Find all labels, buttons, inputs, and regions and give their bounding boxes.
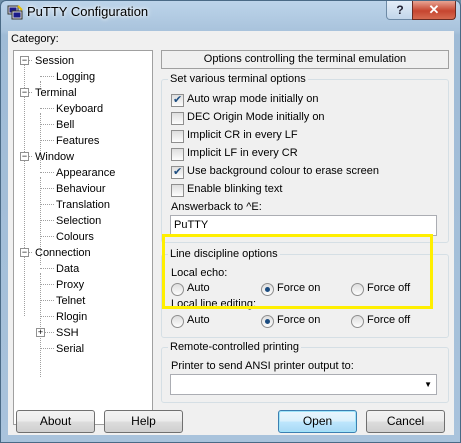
- collapse-icon[interactable]: −: [20, 152, 29, 161]
- title-help-button[interactable]: ?: [386, 1, 414, 20]
- tree-item-features[interactable]: Features: [56, 134, 99, 148]
- tree-item-translation[interactable]: Translation: [56, 198, 110, 212]
- dec-origin-label[interactable]: DEC Origin Mode initially on: [187, 111, 325, 123]
- cancel-button[interactable]: Cancel: [366, 410, 445, 433]
- tree-item-telnet[interactable]: Telnet: [56, 294, 85, 308]
- auto-wrap-checkbox[interactable]: [171, 93, 184, 107]
- remote-printing-title: Remote-controlled printing: [168, 341, 302, 353]
- printer-select[interactable]: ▼: [170, 374, 437, 395]
- about-button[interactable]: About: [16, 410, 95, 433]
- line-editing-auto-label[interactable]: Auto: [187, 314, 210, 326]
- answerback-label: Answerback to ^E:: [171, 201, 262, 213]
- bg-colour-erase-label[interactable]: Use background colour to erase screen: [187, 165, 379, 177]
- category-label: Category:: [11, 33, 59, 45]
- terminal-options-title: Set various terminal options: [168, 73, 308, 85]
- tree-item-bell[interactable]: Bell: [56, 118, 74, 132]
- expand-icon[interactable]: +: [36, 328, 45, 337]
- dec-origin-checkbox[interactable]: [171, 112, 184, 125]
- tree-item-colours[interactable]: Colours: [56, 230, 94, 244]
- highlight-box: [162, 234, 433, 309]
- tree-item-selection[interactable]: Selection: [56, 214, 101, 228]
- putty-window: PuTTY Configuration ? ✕ Category: − − − …: [0, 0, 461, 443]
- putty-app-icon: [7, 5, 23, 20]
- line-editing-force-on-label[interactable]: Force on: [277, 314, 320, 326]
- blinking-text-checkbox[interactable]: [171, 184, 184, 197]
- collapse-icon[interactable]: −: [20, 56, 29, 65]
- tree-item-session[interactable]: Session: [35, 54, 74, 68]
- tree-item-rlogin[interactable]: Rlogin: [56, 310, 87, 324]
- category-tree[interactable]: − − − − + Session Logging Terminal Keybo…: [13, 50, 153, 425]
- tree-item-behaviour[interactable]: Behaviour: [56, 182, 106, 196]
- panel-title: Options controlling the terminal emulati…: [161, 50, 449, 69]
- implicit-lf-label[interactable]: Implicit LF in every CR: [187, 147, 298, 159]
- tree-item-ssh[interactable]: SSH: [56, 326, 79, 340]
- blinking-text-label[interactable]: Enable blinking text: [187, 183, 282, 195]
- bg-colour-erase-checkbox[interactable]: [171, 165, 184, 179]
- answerback-input[interactable]: PuTTY: [170, 215, 437, 236]
- tree-item-logging[interactable]: Logging: [56, 70, 95, 84]
- close-button[interactable]: ✕: [412, 1, 456, 20]
- tree-item-connection[interactable]: Connection: [35, 246, 91, 260]
- window-title: PuTTY Configuration: [27, 4, 149, 19]
- title-bar[interactable]: PuTTY Configuration ? ✕: [1, 1, 460, 25]
- tree-item-data[interactable]: Data: [56, 262, 79, 276]
- tree-line: [24, 60, 25, 316]
- help-button[interactable]: Help: [104, 410, 183, 433]
- tree-item-appearance[interactable]: Appearance: [56, 166, 115, 180]
- implicit-cr-label[interactable]: Implicit CR in every LF: [187, 129, 298, 141]
- auto-wrap-label[interactable]: Auto wrap mode initially on: [187, 93, 318, 105]
- tree-line: [40, 273, 41, 377]
- implicit-lf-checkbox[interactable]: [171, 148, 184, 161]
- collapse-icon[interactable]: −: [20, 248, 29, 257]
- line-editing-force-off-radio[interactable]: [351, 315, 364, 328]
- dropdown-arrow-icon: ▼: [424, 380, 432, 389]
- tree-item-proxy[interactable]: Proxy: [56, 278, 84, 292]
- line-editing-force-on-radio[interactable]: [261, 315, 274, 328]
- line-editing-auto-radio[interactable]: [171, 315, 184, 328]
- implicit-cr-checkbox[interactable]: [171, 130, 184, 143]
- collapse-icon[interactable]: −: [20, 88, 29, 97]
- tree-item-window[interactable]: Window: [35, 150, 74, 164]
- tree-item-serial[interactable]: Serial: [56, 342, 84, 356]
- tree-item-keyboard[interactable]: Keyboard: [56, 102, 103, 116]
- dialog-client: Category: − − − − + Session Logging Term…: [8, 31, 454, 435]
- line-editing-force-off-label[interactable]: Force off: [367, 314, 410, 326]
- printer-label: Printer to send ANSI printer output to:: [171, 360, 354, 372]
- open-button[interactable]: Open: [278, 410, 357, 433]
- tree-item-terminal[interactable]: Terminal: [35, 86, 77, 100]
